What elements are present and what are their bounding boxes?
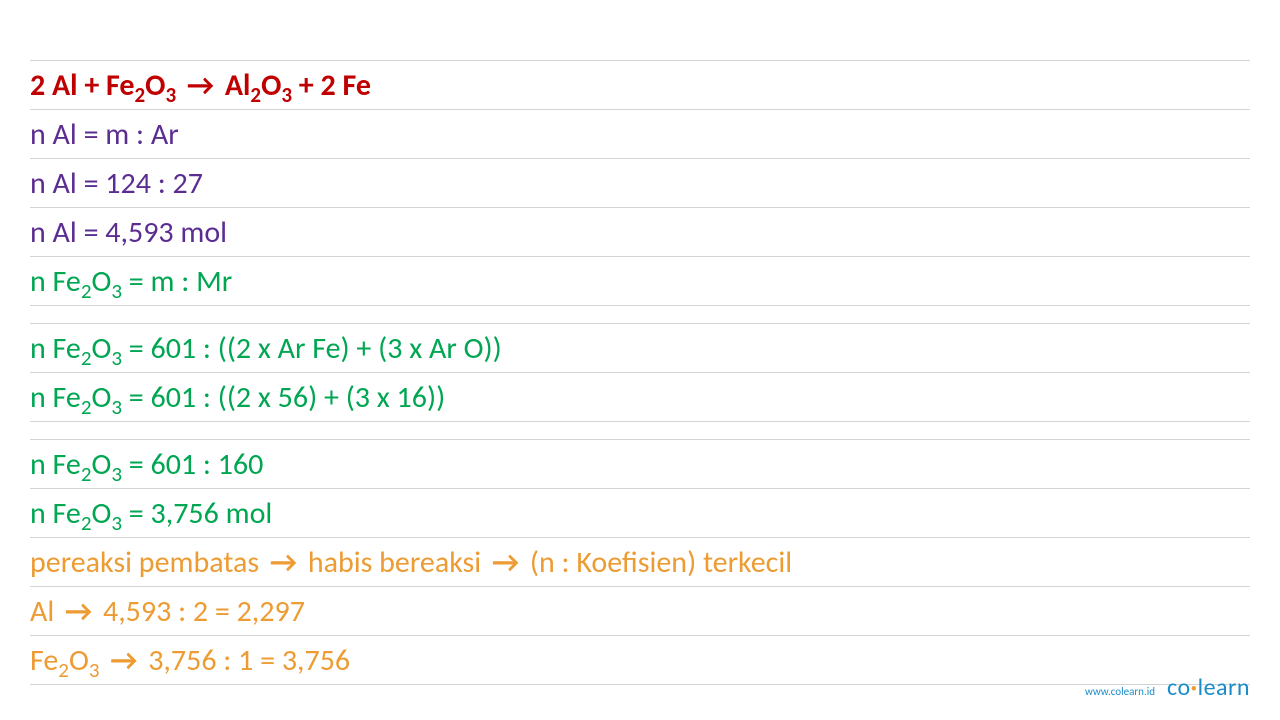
note-text: habis bereaksi bbox=[301, 544, 488, 581]
note-text bbox=[99, 642, 106, 679]
calc-sub: 3 bbox=[111, 278, 122, 304]
calc-sub: 3 bbox=[111, 345, 122, 371]
calc-line: n Fe2O3 = 601 : 160 bbox=[30, 440, 1250, 489]
calc-text: = 3,756 mol bbox=[122, 495, 272, 532]
calc-text: O bbox=[91, 446, 111, 483]
eq-text: 2 Al + Fe bbox=[30, 67, 134, 104]
calc-sub: 2 bbox=[81, 510, 92, 536]
footer: www.colearn.id co·learn bbox=[1085, 673, 1250, 702]
calc-line: n Fe2O3 = 601 : ((2 x 56) + (3 x 16)) bbox=[30, 373, 1250, 422]
eq-text: O bbox=[145, 67, 165, 104]
eq-sub: 2 bbox=[250, 82, 261, 108]
calc-text: O bbox=[91, 379, 111, 416]
footer-url: www.colearn.id bbox=[1085, 685, 1155, 698]
eq-text: O bbox=[261, 67, 281, 104]
logo-co: co bbox=[1167, 673, 1191, 702]
calc-sub: 2 bbox=[81, 394, 92, 420]
note-text: pereaksi pembatas bbox=[30, 544, 266, 581]
note-text: Fe bbox=[30, 642, 58, 679]
calc-sub: 2 bbox=[81, 461, 92, 487]
note-line: Al → 4,593 : 2 = 2,297 bbox=[30, 587, 1250, 636]
eq-text: + 2 Fe bbox=[292, 67, 371, 104]
equation-line: 2 Al + Fe2O3 → Al2O3 + 2 Fe bbox=[30, 60, 1250, 110]
calc-line: n Al = m : Ar bbox=[30, 110, 1250, 159]
note-text: (n : Koefisien) terkecil bbox=[523, 544, 792, 581]
calc-sub: 2 bbox=[81, 278, 92, 304]
calc-line: n Al = 124 : 27 bbox=[30, 159, 1250, 208]
calc-text: = 601 : ((2 x 56) + (3 x 16)) bbox=[122, 379, 445, 416]
calc-sub: 3 bbox=[111, 510, 122, 536]
calc-text: = 601 : ((2 x Ar Fe) + (3 x Ar O)) bbox=[122, 330, 502, 367]
gap-row bbox=[30, 422, 1250, 440]
calc-sub: 3 bbox=[111, 394, 122, 420]
arrow-icon: → bbox=[187, 65, 214, 107]
arrow-icon: → bbox=[65, 591, 92, 633]
calc-text: n Fe bbox=[30, 446, 81, 483]
eq-sub: 3 bbox=[165, 82, 176, 108]
calc-text: n Al = 124 : 27 bbox=[30, 165, 203, 202]
calc-sub: 2 bbox=[81, 345, 92, 371]
arrow-icon: → bbox=[270, 542, 297, 584]
note-sub: 2 bbox=[58, 657, 69, 683]
gap-row bbox=[30, 306, 1250, 324]
calc-text: n Fe bbox=[30, 263, 81, 300]
calc-text: O bbox=[91, 330, 111, 367]
arrow-icon: → bbox=[492, 542, 519, 584]
calc-text: O bbox=[91, 495, 111, 532]
calc-sub: 3 bbox=[111, 461, 122, 487]
calc-text: = 601 : 160 bbox=[122, 446, 263, 483]
calc-line: n Fe2O3 = 3,756 mol bbox=[30, 489, 1250, 538]
calc-text: n Fe bbox=[30, 379, 81, 416]
calc-line: n Fe2O3 = m : Mr bbox=[30, 257, 1250, 306]
note-text: O bbox=[69, 642, 89, 679]
calc-text: n Fe bbox=[30, 495, 81, 532]
footer-logo: co·learn bbox=[1167, 673, 1250, 702]
eq-sub: 2 bbox=[134, 82, 145, 108]
arrow-icon: → bbox=[110, 640, 137, 682]
note-text: 4,593 : 2 = 2,297 bbox=[96, 593, 305, 630]
calc-text: n Fe bbox=[30, 330, 81, 367]
note-text: 3,756 : 1 = 3,756 bbox=[141, 642, 350, 679]
note-text: Al bbox=[30, 593, 61, 630]
calc-line: n Fe2O3 = 601 : ((2 x Ar Fe) + (3 x Ar O… bbox=[30, 324, 1250, 373]
eq-text: Al bbox=[218, 67, 250, 104]
note-line: pereaksi pembatas → habis bereaksi → (n … bbox=[30, 538, 1250, 587]
logo-dot: · bbox=[1191, 673, 1198, 702]
note-line: Fe2O3 → 3,756 : 1 = 3,756 bbox=[30, 636, 1250, 685]
calc-line: n Al = 4,593 mol bbox=[30, 208, 1250, 257]
calc-text: n Al = m : Ar bbox=[30, 116, 179, 153]
calc-text: = m : Mr bbox=[122, 263, 232, 300]
eq-sub: 3 bbox=[281, 82, 292, 108]
note-sub: 3 bbox=[89, 657, 100, 683]
content-area: 2 Al + Fe2O3 → Al2O3 + 2 Fe n Al = m : A… bbox=[30, 60, 1250, 685]
eq-text bbox=[176, 67, 183, 104]
calc-text: O bbox=[91, 263, 111, 300]
calc-text: n Al = 4,593 mol bbox=[30, 214, 227, 251]
logo-learn: learn bbox=[1198, 673, 1250, 702]
